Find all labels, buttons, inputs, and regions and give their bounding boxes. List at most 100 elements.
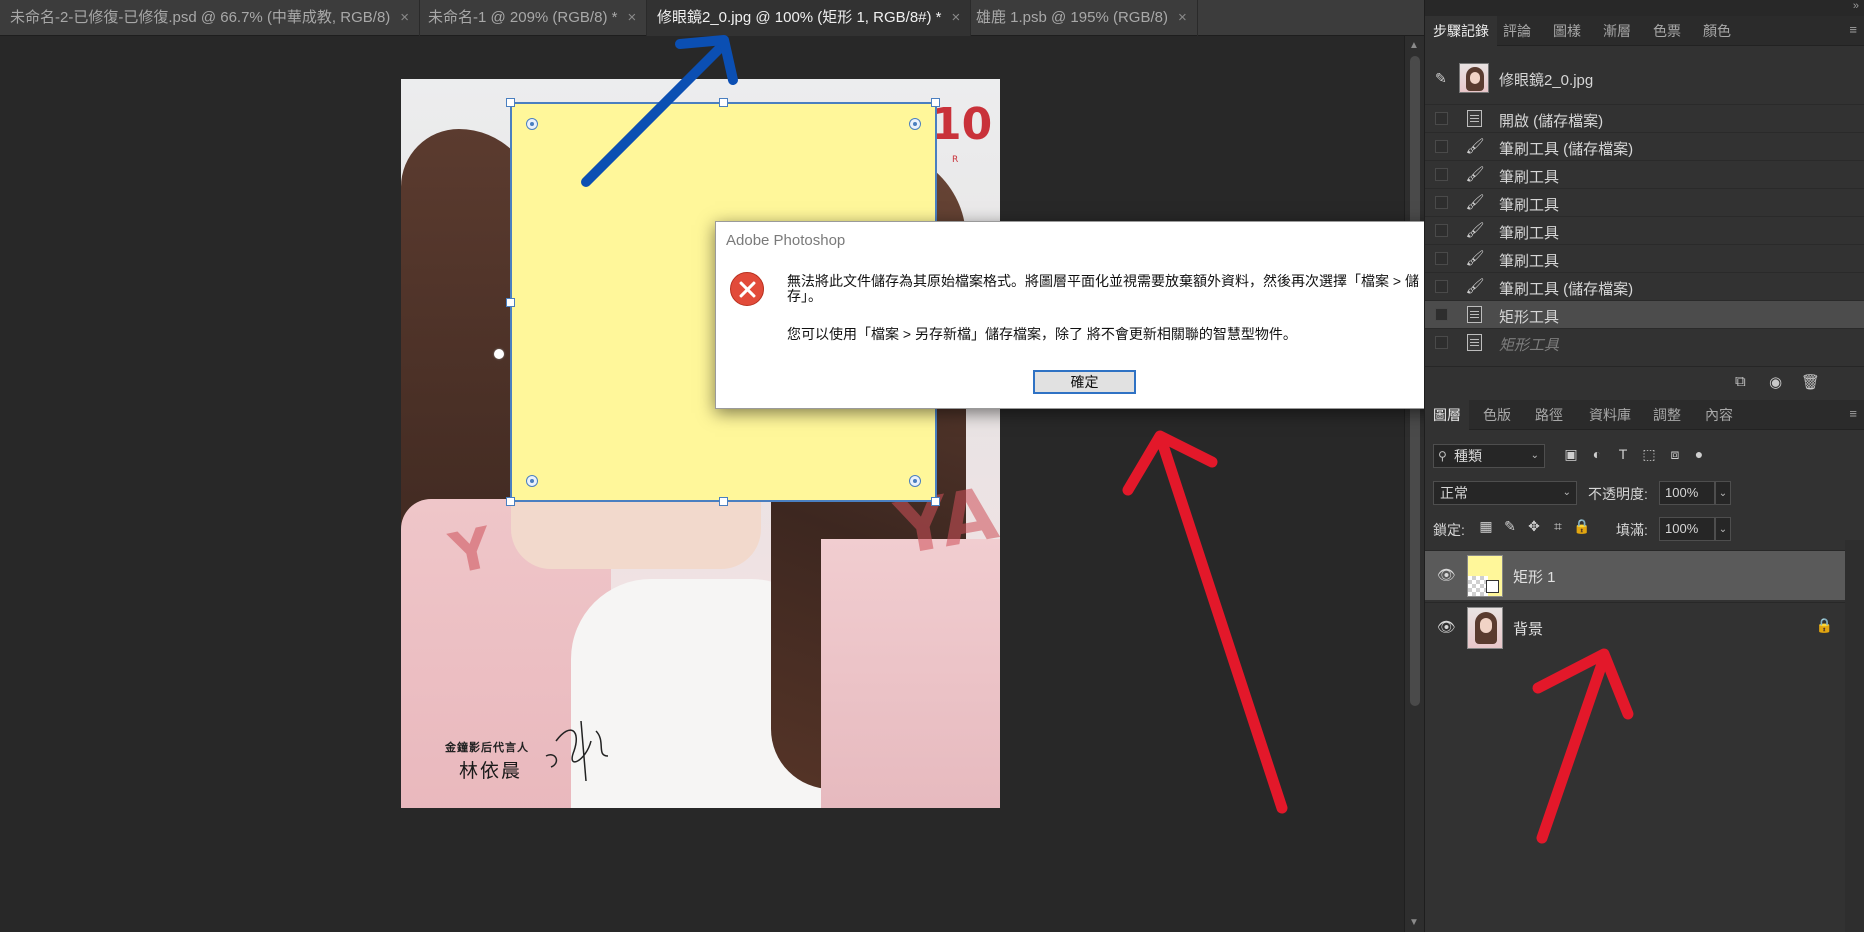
history-source-snapshot[interactable]: ✎ 修眼鏡2_0.jpg (1425, 62, 1864, 94)
lock-position-icon[interactable]: ✥ (1525, 518, 1543, 538)
visibility-eye-icon[interactable]: 👁 (1437, 618, 1456, 636)
history-step[interactable]: 開啟 (儲存檔案) (1425, 104, 1864, 132)
fill-chevron-icon[interactable]: ⌄ (1715, 517, 1731, 541)
tab-paths[interactable]: 路徑 (1527, 400, 1571, 430)
transform-handle-top-left[interactable] (506, 98, 515, 107)
tab-swatches[interactable]: 色票 (1645, 16, 1689, 46)
history-brush-source-icon[interactable]: ✎ (1435, 70, 1447, 87)
history-brush-source-checkbox[interactable] (1435, 252, 1448, 265)
lock-artboard-icon[interactable]: ⌗ (1549, 518, 1567, 538)
layer-kind-filter-select[interactable]: ⚲ 種類 ⌄ (1433, 444, 1545, 468)
camera-icon[interactable]: ◉ (1769, 373, 1782, 391)
history-step[interactable]: 🖌 筆刷工具 (儲存檔案) (1425, 132, 1864, 160)
history-brush-source-checkbox[interactable] (1435, 140, 1448, 153)
history-step-label: 筆刷工具 (1499, 225, 1560, 242)
close-icon[interactable]: × (400, 9, 409, 26)
history-step-label: 筆刷工具 (儲存檔案) (1499, 141, 1634, 158)
lock-transparent-icon[interactable]: ▦ (1477, 518, 1495, 538)
layer-row-rectangle-1[interactable]: 👁 矩形 1 (1425, 550, 1845, 600)
scroll-up-icon[interactable]: ▲ (1409, 40, 1419, 51)
ok-button[interactable]: 確定 (1033, 370, 1136, 394)
snapshot-label: 修眼鏡2_0.jpg (1499, 72, 1594, 89)
image-filter-icon[interactable]: ▣ (1561, 446, 1581, 466)
fill-input[interactable]: 100% (1659, 517, 1715, 541)
close-icon[interactable]: × (952, 9, 961, 26)
doc-tab-3-active[interactable]: 修眼鏡2_0.jpg @ 100% (矩形 1, RGB/8#) * × (647, 0, 972, 36)
brush-icon: 🖌 (1465, 194, 1485, 211)
tab-adjustments[interactable]: 調整 (1645, 400, 1689, 430)
corner-radius-handle[interactable] (909, 118, 921, 130)
history-brush-source-checkbox[interactable] (1435, 196, 1448, 209)
collapse-panels-icon[interactable]: » (1853, 0, 1859, 12)
canvas-vertical-scrollbar[interactable]: ▲ ▼ (1404, 36, 1424, 932)
tab-color[interactable]: 顏色 (1695, 16, 1739, 46)
corner-radius-handle[interactable] (526, 475, 538, 487)
corner-radius-handle[interactable] (909, 475, 921, 487)
filter-toggle-icon[interactable]: ● (1689, 446, 1709, 466)
tab-patterns[interactable]: 圖樣 (1545, 16, 1589, 46)
layer-thumbnail (1467, 555, 1503, 597)
panel-menu-icon[interactable]: ≡ (1849, 406, 1857, 421)
history-step[interactable]: 🖌 筆刷工具 (1425, 188, 1864, 216)
history-brush-source-checkbox[interactable] (1435, 168, 1448, 181)
dialog-message-secondary: 您可以使用「檔案 > 另存新檔」儲存檔案，除了 將不會更新相關聯的智慧型物件。 (787, 326, 1297, 342)
layer-name[interactable]: 矩形 1 (1513, 566, 1556, 587)
tab-libraries[interactable]: 資料庫 (1581, 400, 1639, 430)
doc-tab-2[interactable]: 未命名-1 @ 209% (RGB/8) * × (418, 0, 648, 36)
document-tab-bar: 未命名-2-已修復-已修復.psd @ 66.7% (中華成教, RGB/8) ×… (0, 0, 1424, 36)
trash-icon[interactable]: 🗑 (1801, 373, 1820, 391)
transform-handle-bottom-left[interactable] (506, 497, 515, 506)
brush-icon: 🖌 (1465, 166, 1485, 183)
history-brush-source-checkbox[interactable] (1435, 308, 1448, 321)
scroll-down-icon[interactable]: ▼ (1409, 917, 1419, 928)
history-step-label: 筆刷工具 (1499, 197, 1560, 214)
tab-properties[interactable]: 內容 (1697, 400, 1741, 430)
corner-radius-handle[interactable] (526, 118, 538, 130)
signature-graphic (545, 720, 609, 782)
tab-channels[interactable]: 色版 (1475, 400, 1519, 430)
opacity-input[interactable]: 100% (1659, 481, 1715, 505)
opacity-chevron-icon[interactable]: ⌄ (1715, 481, 1731, 505)
layer-row-background[interactable]: 👁 背景 🔒 (1425, 602, 1845, 652)
transform-handle-bottom-right[interactable] (931, 497, 940, 506)
close-icon[interactable]: × (1178, 9, 1187, 26)
history-brush-source-checkbox[interactable] (1435, 224, 1448, 237)
adjustment-filter-icon[interactable]: ◐ (1587, 446, 1607, 466)
artwork-caption-small: 金鐘影后代言人 (445, 742, 529, 754)
tab-comments[interactable]: 評論 (1495, 16, 1539, 46)
transform-handle-bottom[interactable] (719, 497, 728, 506)
transform-handle-top[interactable] (719, 98, 728, 107)
smart-object-filter-icon[interactable]: ⧈ (1665, 446, 1685, 466)
history-step[interactable]: 🖌 筆刷工具 (1425, 216, 1864, 244)
tab-layers[interactable]: 圖層 (1425, 400, 1469, 430)
blend-mode-select[interactable]: 正常 ⌄ (1433, 481, 1577, 505)
history-step-selected[interactable]: 矩形工具 (1425, 300, 1864, 328)
history-step[interactable]: 🖌 筆刷工具 (1425, 160, 1864, 188)
history-brush-source-checkbox[interactable] (1435, 112, 1448, 125)
doc-tab-4[interactable]: 雄鹿 1.psb @ 195% (RGB/8) × (966, 0, 1198, 36)
history-step[interactable]: 🖌 筆刷工具 (儲存檔案) (1425, 272, 1864, 300)
lock-all-icon[interactable]: 🔒 (1573, 518, 1591, 538)
transform-handle-top-right[interactable] (931, 98, 940, 107)
history-step-undone[interactable]: 矩形工具 (1425, 328, 1864, 356)
type-filter-icon[interactable]: T (1613, 446, 1633, 466)
layers-scrollbar[interactable] (1845, 540, 1864, 932)
panel-menu-icon[interactable]: ≡ (1849, 22, 1857, 37)
dialog-message: 無法將此文件儲存為其原始檔案格式。將圖層平面化並視需要放棄額外資料，然後再次選擇… (787, 273, 1419, 304)
tab-history[interactable]: 步驟記錄 (1425, 16, 1497, 46)
layer-name[interactable]: 背景 (1513, 618, 1543, 639)
shape-filter-icon[interactable]: ⬚ (1639, 446, 1659, 466)
new-document-from-state-icon[interactable]: ⧉ (1735, 373, 1746, 390)
history-brush-source-checkbox[interactable] (1435, 280, 1448, 293)
history-brush-source-checkbox[interactable] (1435, 336, 1448, 349)
close-icon[interactable]: × (627, 9, 636, 26)
history-panel-footer: ⧉ ◉ 🗑 (1425, 366, 1864, 396)
doc-tab-label: 未命名-2-已修復-已修復.psd @ 66.7% (中華成教, RGB/8) (10, 9, 391, 26)
lock-paint-icon[interactable]: ✎ (1501, 518, 1519, 538)
transform-handle-left[interactable] (506, 298, 515, 307)
history-step[interactable]: 🖌 筆刷工具 (1425, 244, 1864, 272)
snapshot-thumbnail (1459, 63, 1489, 93)
doc-tab-1[interactable]: 未命名-2-已修復-已修復.psd @ 66.7% (中華成教, RGB/8) × (0, 0, 421, 36)
visibility-eye-icon[interactable]: 👁 (1437, 566, 1456, 584)
tab-gradients[interactable]: 漸層 (1595, 16, 1639, 46)
